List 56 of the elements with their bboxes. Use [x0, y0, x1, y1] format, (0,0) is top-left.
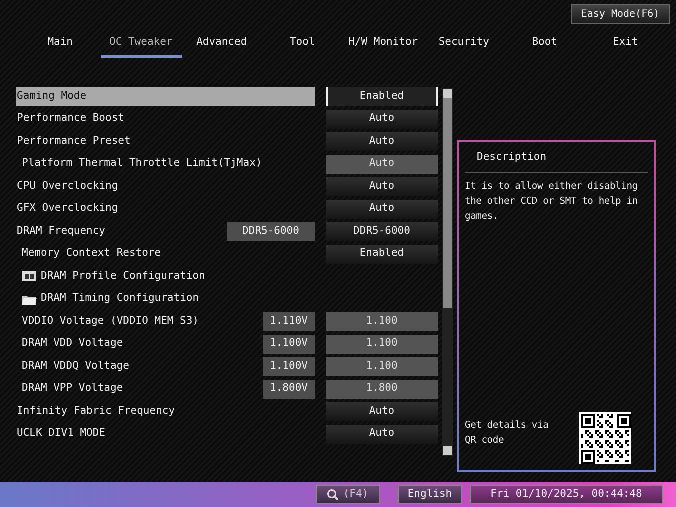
menu-tab[interactable]: Advanced	[182, 33, 262, 58]
current-reading: 1.100V	[263, 334, 315, 354]
setting-label[interactable]: Memory Context Restore	[16, 244, 315, 264]
setting-label[interactable]: Gaming Mode	[16, 87, 315, 106]
search-button[interactable]: (F4)	[316, 485, 380, 504]
setting-value[interactable]: 1.100	[326, 334, 438, 354]
folder-icon	[22, 294, 37, 305]
setting-label[interactable]: VDDIO Voltage (VDDIO_MEM_S3)	[16, 312, 263, 332]
date-time: Fri 01/10/2025, 00:44:48	[470, 485, 663, 504]
current-reading: 1.100V	[263, 357, 315, 376]
memory-module-icon	[22, 271, 37, 282]
menu-tab[interactable]: OC Tweaker	[100, 33, 182, 58]
menu-tab[interactable]: Main	[20, 33, 101, 58]
language-button[interactable]: English	[398, 485, 462, 504]
setting-label[interactable]: CPU Overclocking	[16, 177, 315, 196]
setting-label[interactable]: Performance Preset	[16, 132, 315, 152]
menu-tab[interactable]: Tool	[262, 33, 343, 58]
setting-value[interactable]: 1.100	[326, 312, 438, 332]
description-title: Description	[465, 142, 648, 173]
setting-value[interactable]: Auto	[326, 132, 438, 152]
easy-mode-button[interactable]: Easy Mode(F6)	[571, 4, 670, 24]
setting-value[interactable]: Auto	[326, 177, 438, 196]
setting-value[interactable]: Enabled	[326, 244, 438, 264]
setting-value[interactable]: Auto	[326, 110, 438, 129]
setting-label[interactable]: DRAM VPP Voltage	[16, 380, 263, 399]
setting-value[interactable]: 1.100	[326, 357, 438, 376]
setting-label[interactable]: Infinity Fabric Frequency	[16, 402, 315, 422]
current-reading: 1.110V	[263, 312, 315, 332]
menu-tab[interactable]: Boot	[504, 33, 586, 58]
setting-value[interactable]: Auto	[326, 154, 438, 174]
scrollbar[interactable]	[442, 88, 453, 456]
submenu-label[interactable]: DRAM Profile Configuration	[41, 268, 206, 285]
setting-label[interactable]: Performance Boost	[16, 110, 315, 129]
description-text: It is to allow either disabling the other CCD or SMT to help in games.	[465, 180, 639, 224]
setting-value[interactable]: 1.800	[326, 380, 438, 399]
menu-tab[interactable]: H/W Monitor	[343, 33, 424, 58]
setting-label[interactable]: DRAM VDD Voltage	[16, 334, 263, 354]
setting-value[interactable]: Auto	[326, 402, 438, 422]
current-reading: 1.800V	[263, 380, 315, 399]
setting-label[interactable]: DRAM VDDQ Voltage	[16, 357, 263, 376]
current-reading: DDR5-6000	[227, 222, 315, 242]
setting-value[interactable]: Enabled	[326, 87, 438, 106]
submenu-label[interactable]: DRAM Timing Configuration	[41, 291, 200, 308]
setting-value[interactable]: Auto	[326, 424, 438, 444]
setting-value[interactable]: Auto	[326, 200, 438, 219]
setting-label[interactable]: Platform Thermal Throttle Limit(TjMax)	[16, 154, 315, 174]
search-icon	[327, 488, 340, 500]
setting-label[interactable]: UCLK DIV1 MODE	[16, 424, 315, 444]
setting-label[interactable]: GFX Overclocking	[16, 200, 315, 219]
setting-value[interactable]: DDR5-6000	[326, 222, 438, 242]
menu-tab[interactable]: Security	[424, 33, 504, 58]
qr-code-icon	[579, 412, 631, 464]
setting-label[interactable]: DRAM Frequency	[16, 222, 227, 242]
menu-tab[interactable]: Exit	[585, 33, 666, 58]
search-shortcut: (F4)	[343, 486, 369, 502]
qr-caption: Get details via QR code	[465, 419, 550, 448]
